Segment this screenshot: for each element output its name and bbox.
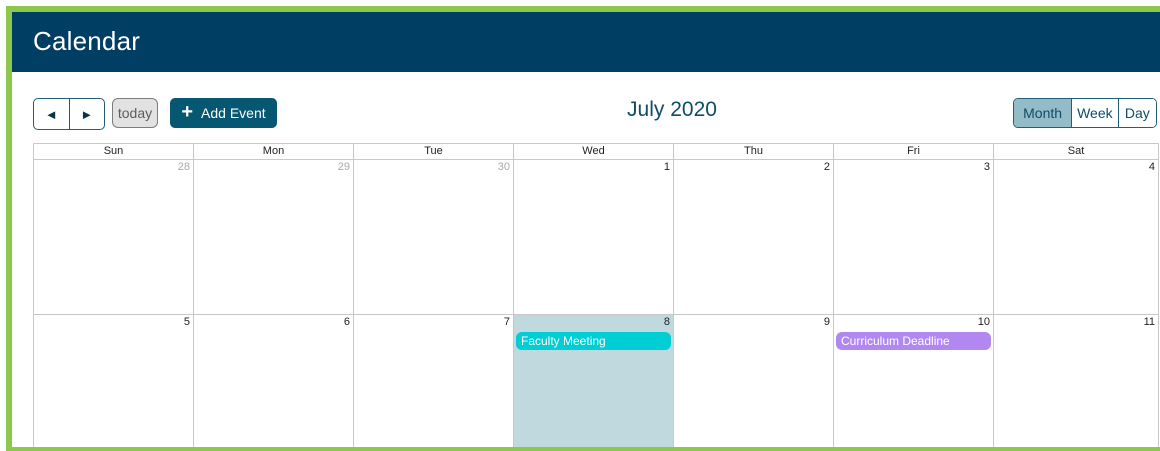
day-number[interactable]: 1 xyxy=(664,161,670,173)
weekday-header-thu: Thu xyxy=(674,144,834,159)
day-cell[interactable]: 29 xyxy=(194,160,354,314)
day-number[interactable]: 9 xyxy=(824,316,830,328)
day-number[interactable]: 10 xyxy=(978,316,990,328)
weekday-header-row: Sun Mon Tue Wed Thu Fri Sat xyxy=(34,143,1159,160)
week-row: 5 6 7 8 Faculty Meeting 9 10 Curriculum Deadlin… xyxy=(34,315,1159,447)
day-cell[interactable]: 11 xyxy=(994,315,1159,447)
day-number[interactable]: 5 xyxy=(184,316,190,328)
calendar-frame: Calendar ◄ ► today + Add Event July 2020… xyxy=(6,6,1160,451)
day-number[interactable]: 3 xyxy=(984,161,990,173)
day-cell[interactable]: 4 xyxy=(994,160,1159,314)
day-number[interactable]: 29 xyxy=(338,161,350,173)
weekday-header-wed: Wed xyxy=(514,144,674,159)
day-cell[interactable]: 30 xyxy=(354,160,514,314)
month-grid: Sun Mon Tue Wed Thu Fri Sat 28 29 30 1 2 3 4 5 6 7 8 Facu… xyxy=(33,143,1159,447)
week-view-button[interactable]: Week xyxy=(1071,99,1118,127)
day-cell[interactable]: 6 xyxy=(194,315,354,447)
day-cell[interactable]: 9 xyxy=(674,315,834,447)
day-number[interactable]: 4 xyxy=(1149,161,1155,173)
day-cell[interactable]: 8 Faculty Meeting xyxy=(514,315,674,447)
day-cell[interactable]: 2 xyxy=(674,160,834,314)
day-cell[interactable]: 5 xyxy=(34,315,194,447)
day-cell[interactable]: 3 xyxy=(834,160,994,314)
week-row: 28 29 30 1 2 3 4 xyxy=(34,160,1159,315)
prev-month-button[interactable]: ◄ xyxy=(34,99,69,129)
day-number[interactable]: 6 xyxy=(344,316,350,328)
add-event-button[interactable]: + Add Event xyxy=(170,98,277,128)
view-switcher: Month Week Day xyxy=(1013,98,1157,128)
day-number[interactable]: 7 xyxy=(504,316,510,328)
add-event-label: Add Event xyxy=(201,105,266,121)
app-header: Calendar xyxy=(12,12,1160,72)
day-cell[interactable]: 10 Curriculum Deadline xyxy=(834,315,994,447)
calendar-event[interactable]: Curriculum Deadline xyxy=(836,332,991,350)
month-view-button[interactable]: Month xyxy=(1014,99,1072,127)
nav-button-group: ◄ ► xyxy=(33,98,105,130)
today-button[interactable]: today xyxy=(112,98,158,128)
weekday-header-mon: Mon xyxy=(194,144,354,159)
day-number[interactable]: 8 xyxy=(664,316,670,328)
day-number[interactable]: 11 xyxy=(1144,316,1155,328)
weekday-header-sat: Sat xyxy=(994,144,1159,159)
calendar-event[interactable]: Faculty Meeting xyxy=(516,332,671,350)
day-cell[interactable]: 28 xyxy=(34,160,194,314)
weekday-header-fri: Fri xyxy=(834,144,994,159)
day-cell[interactable]: 1 xyxy=(514,160,674,314)
weekday-header-sun: Sun xyxy=(34,144,194,159)
day-cell[interactable]: 7 xyxy=(354,315,514,447)
weekday-header-tue: Tue xyxy=(354,144,514,159)
day-number[interactable]: 2 xyxy=(824,161,830,173)
day-number[interactable]: 28 xyxy=(178,161,190,173)
app-title: Calendar xyxy=(33,26,141,56)
next-month-button[interactable]: ► xyxy=(68,99,105,129)
month-title: July 2020 xyxy=(627,98,717,121)
plus-icon: + xyxy=(181,101,194,123)
day-view-button[interactable]: Day xyxy=(1117,99,1156,127)
day-number[interactable]: 30 xyxy=(498,161,510,173)
calendar-toolbar: ◄ ► today + Add Event July 2020 Month We… xyxy=(12,72,1160,152)
